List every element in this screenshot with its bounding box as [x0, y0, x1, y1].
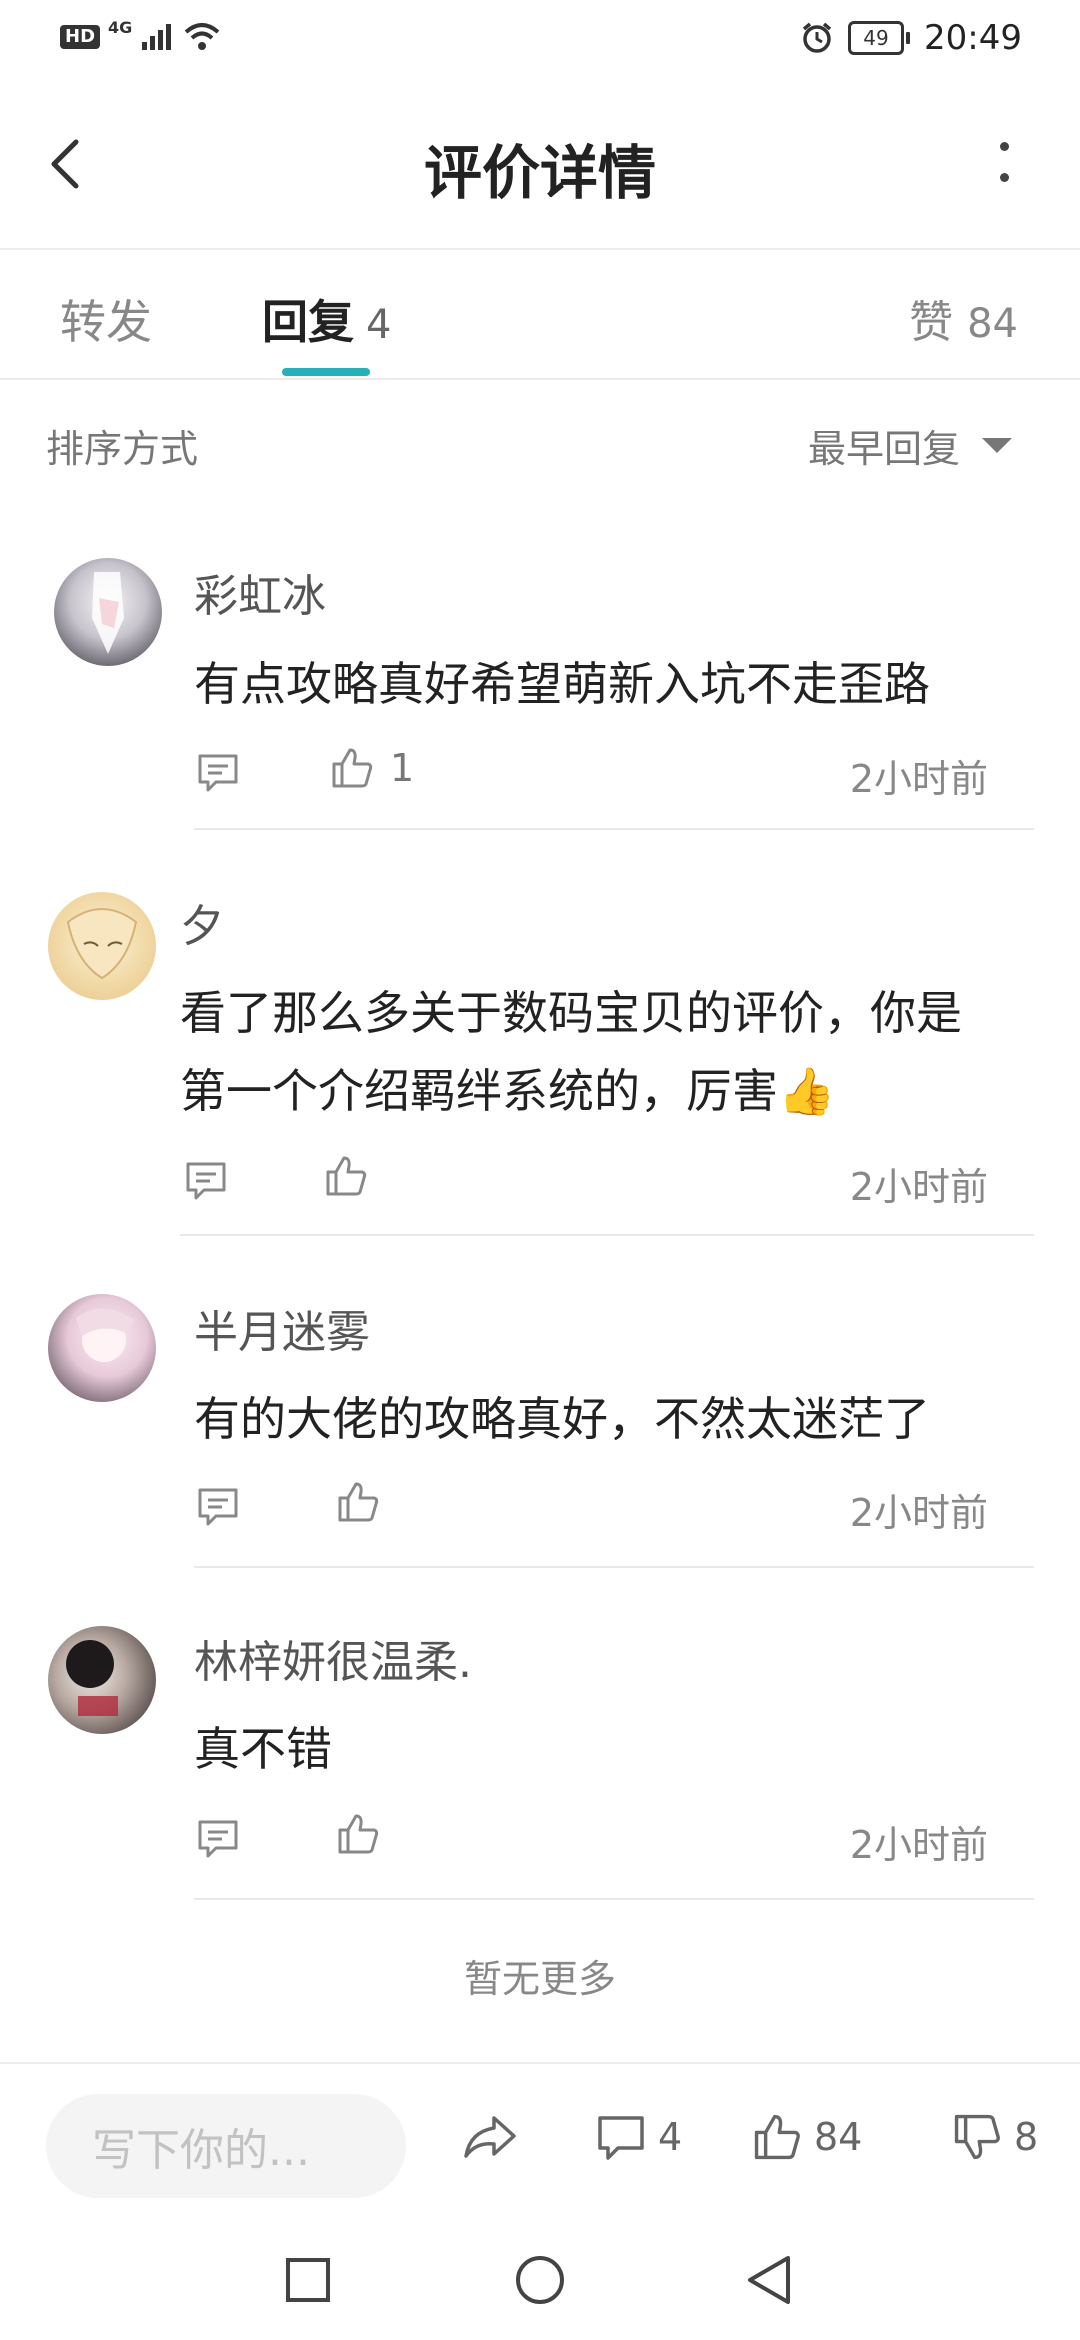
tab-like-label: 赞: [909, 297, 954, 348]
like-count: 1: [390, 746, 415, 790]
comment-icon: [598, 2116, 644, 2160]
home-button[interactable]: [514, 2254, 566, 2310]
battery-level: 49: [848, 21, 905, 55]
status-left: HD 4G: [60, 18, 222, 52]
sort-label: 排序方式: [46, 427, 199, 471]
back-nav-button[interactable]: [744, 2254, 794, 2310]
dislike-button[interactable]: 8: [952, 2112, 1038, 2162]
comment-item: 半月迷雾 有的大佬的攻略真好，不然太迷茫了 2小时前: [0, 1280, 1080, 1572]
avatar[interactable]: [48, 1294, 156, 1402]
reply-button[interactable]: [184, 1158, 228, 1202]
recents-button[interactable]: [284, 2256, 332, 2308]
avatar[interactable]: [54, 558, 162, 666]
reply-button[interactable]: [196, 1484, 240, 1528]
tab-forward[interactable]: 转发: [60, 286, 152, 352]
tab-like[interactable]: 赞 84: [909, 286, 1018, 350]
triangle-back-icon: [748, 2256, 790, 2304]
network-label: 4G: [108, 17, 133, 37]
comment-text: 真不错: [194, 1722, 332, 1776]
comment-item: 彩虹冰 有点攻略真好希望萌新入坑不走歪路 1 2小时前: [0, 540, 1080, 832]
like-button[interactable]: 1: [330, 746, 414, 790]
clock: 20:49: [924, 18, 1022, 58]
tab-reply-label: 回复: [262, 295, 354, 349]
no-more-label: 暂无更多: [463, 1957, 616, 2001]
system-nav-bar: [0, 2228, 1080, 2340]
comment-item: 夕 看了那么多关于数码宝贝的评价，你是 第一个介绍羁绊系统的，厉害👍 2小时前: [0, 880, 1080, 1240]
tab-reply[interactable]: 回复 4: [262, 286, 391, 352]
comments-button[interactable]: 4: [596, 2112, 682, 2162]
reply-icon: [186, 1162, 226, 1200]
share-button[interactable]: [462, 2112, 518, 2162]
top-bar: 评价详情: [0, 80, 1080, 250]
comment-item: 林梓妍很温柔. 真不错 2小时前: [0, 1612, 1080, 1904]
thumbs-up-icon: [754, 2114, 800, 2160]
dislikes-count: 8: [1014, 2115, 1039, 2159]
comment-username[interactable]: 夕: [180, 890, 224, 954]
more-menu-button[interactable]: [998, 142, 1010, 182]
status-right: 49 20:49: [800, 18, 1022, 58]
share-arrow-icon: [464, 2116, 516, 2158]
tab-bar: 转发 回复 4 赞 84: [0, 250, 1080, 380]
divider: [180, 1234, 1034, 1236]
comment-username[interactable]: 半月迷雾: [194, 1296, 370, 1360]
comment-time: 2小时前: [849, 1491, 988, 1535]
likes-count: 84: [814, 2115, 863, 2159]
comments-count: 4: [658, 2115, 683, 2159]
tab-reply-count: 4: [366, 302, 392, 348]
reply-button[interactable]: [196, 1816, 240, 1860]
comment-username[interactable]: 彩虹冰: [194, 560, 326, 624]
wifi-icon: [184, 23, 220, 50]
battery-indicator: 49: [848, 21, 911, 55]
sort-selected-value: 最早回复: [807, 427, 960, 471]
alarm-icon: [802, 22, 832, 53]
active-tab-indicator: [282, 368, 370, 376]
reply-icon: [198, 1488, 238, 1526]
page-title: 评价详情: [423, 139, 656, 207]
avatar[interactable]: [48, 1626, 156, 1734]
status-bar: HD 4G 49 20:49: [0, 0, 1080, 80]
more-dot-icon: [999, 173, 1009, 182]
thumbs-down-icon: [954, 2114, 1000, 2160]
comment-text-line-2: 第一个介绍羁绊系统的，厉害👍: [180, 1064, 836, 1118]
thumbs-up-icon: [332, 748, 373, 788]
comment-text-line-1: 看了那么多关于数码宝贝的评价，你是: [180, 986, 962, 1040]
like-button[interactable]: [336, 1812, 380, 1860]
reply-button[interactable]: [196, 750, 240, 794]
like-button[interactable]: 84: [752, 2112, 862, 2162]
avatar[interactable]: [48, 892, 156, 1000]
comment-text: 有点攻略真好希望萌新入坑不走歪路: [194, 657, 930, 711]
comment-username[interactable]: 林梓妍很温柔.: [194, 1626, 472, 1690]
signal-icon: [142, 24, 172, 50]
thumbs-up-icon: [338, 1814, 379, 1854]
comment-time: 2小时前: [849, 757, 988, 801]
divider: [194, 1566, 1034, 1568]
like-button[interactable]: [336, 1480, 380, 1528]
reply-icon: [198, 1820, 238, 1858]
divider: [194, 1898, 1034, 1900]
comment-time: 2小时前: [849, 1165, 988, 1209]
circle-icon: [516, 2256, 564, 2304]
comment-text: 有的大佬的攻略真好，不然太迷茫了: [194, 1392, 930, 1446]
more-dot-icon: [999, 142, 1009, 151]
divider: [194, 828, 1034, 830]
comment-input[interactable]: 写下你的...: [46, 2094, 406, 2198]
thumbs-up-icon: [338, 1482, 379, 1522]
thumbs-up-icon: [326, 1156, 367, 1196]
sort-dropdown[interactable]: 最早回复: [808, 418, 1012, 473]
tab-like-count: 84: [967, 301, 1018, 347]
comment-time: 2小时前: [849, 1823, 988, 1867]
reply-icon: [198, 754, 238, 792]
hd-badge: HD: [60, 25, 101, 49]
bottom-action-bar: 写下你的... 4 84 8: [0, 2062, 1080, 2228]
like-button[interactable]: [324, 1154, 368, 1202]
square-icon: [286, 2258, 330, 2302]
dropdown-caret-icon: [982, 438, 1012, 453]
